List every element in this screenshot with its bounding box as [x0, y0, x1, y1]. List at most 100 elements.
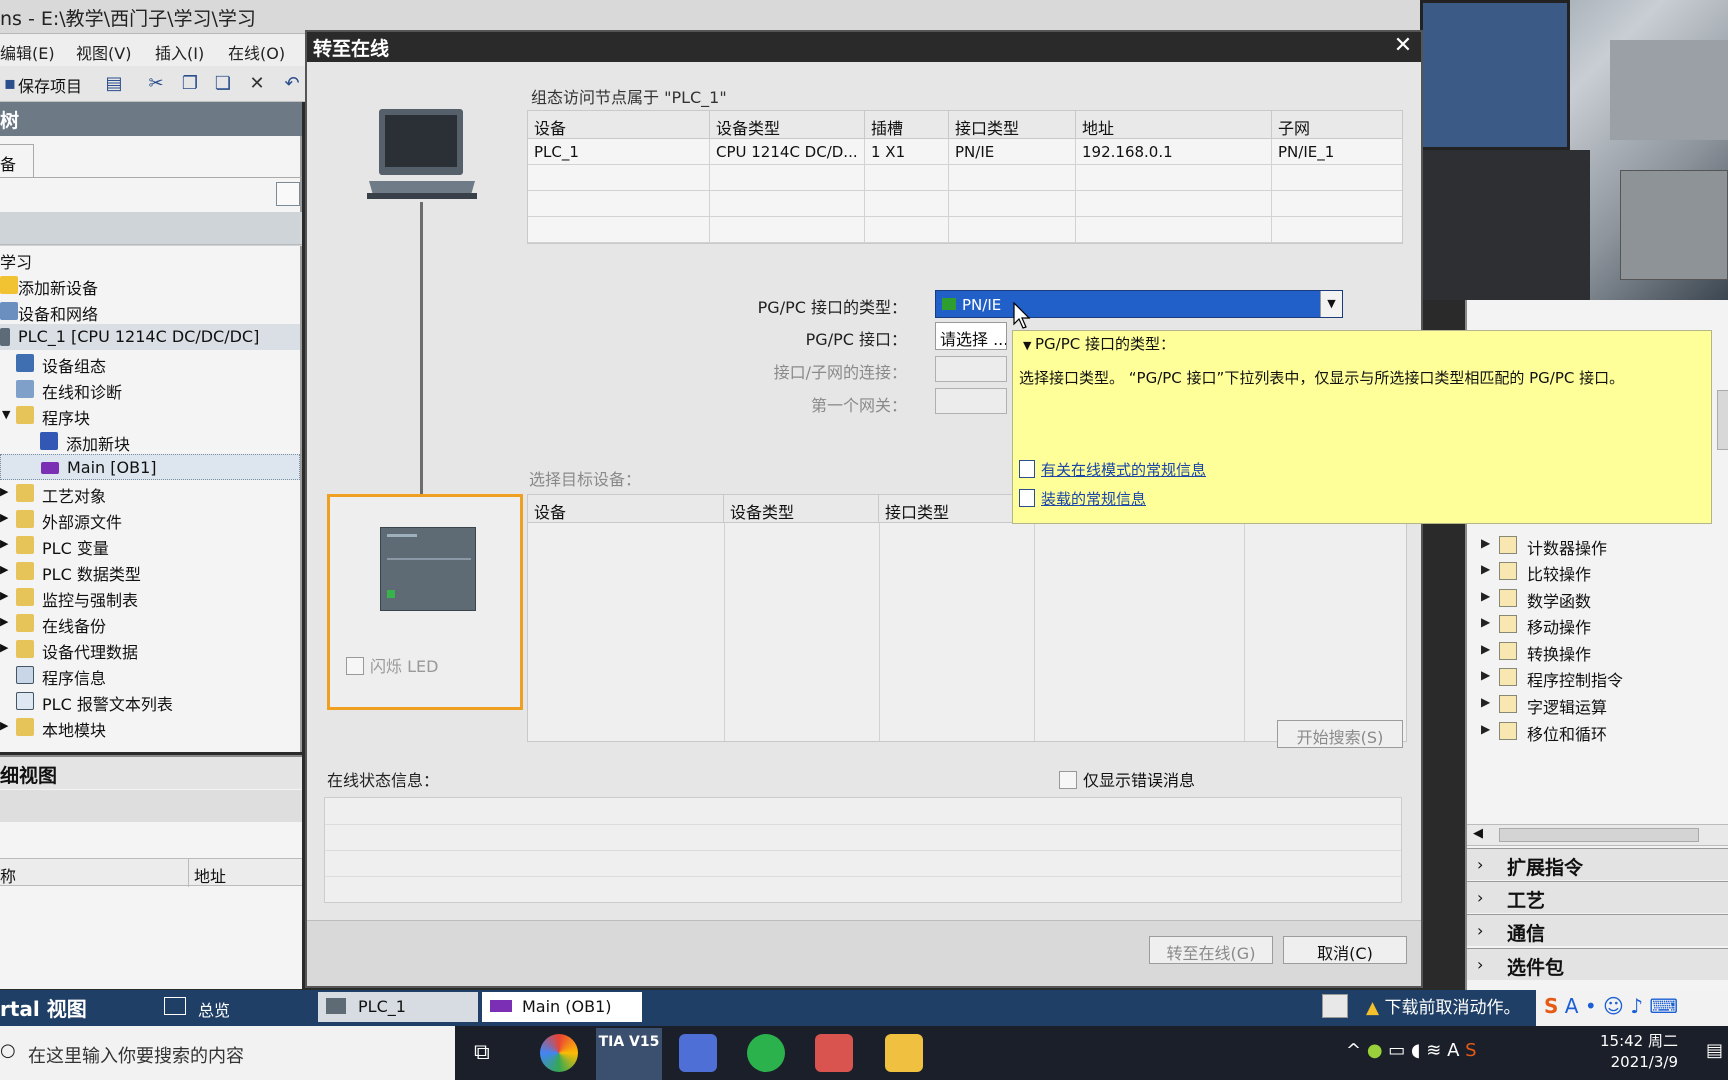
section-extended-instructions[interactable]: › 扩展指令 — [1467, 848, 1728, 880]
tree-item-plc1[interactable]: PLC_1 [CPU 1214C DC/DC/DC] — [0, 324, 300, 350]
expand-right-icon[interactable]: ▶ — [0, 537, 8, 550]
chevron-right-icon[interactable]: › — [1477, 855, 1483, 874]
undo-icon[interactable]: ↶ — [282, 74, 302, 94]
chevron-right-icon[interactable]: › — [1477, 888, 1483, 907]
chevron-right-icon[interactable]: › — [1477, 921, 1483, 940]
help-link-online-mode[interactable]: 有关在线模式的常规信息 — [1019, 459, 1206, 480]
sogou-tray-icon[interactable]: S — [1465, 1040, 1476, 1061]
tree-item-program-info[interactable]: 程序信息 — [0, 662, 300, 688]
expand-right-icon[interactable]: ▶ — [1481, 642, 1490, 656]
keyboard-icon[interactable]: ⌨ — [1649, 994, 1678, 1018]
lib-item-compare[interactable]: ▶ 比较操作 — [1467, 558, 1728, 584]
paste-icon[interactable]: ❏ — [213, 74, 233, 94]
menu-view[interactable]: 视图(V) — [76, 40, 131, 64]
ime-icon[interactable]: A — [1447, 1040, 1459, 1061]
tree-item-plc-datatypes[interactable]: ▶ PLC 数据类型 — [0, 558, 300, 584]
network-icon[interactable]: ▭ — [1388, 1040, 1405, 1061]
checkbox[interactable] — [1059, 771, 1077, 789]
save-icon[interactable]: ▪ — [0, 74, 20, 94]
tree-item-online-diag[interactable]: 在线和诊断 — [0, 376, 300, 402]
table-cell[interactable]: 192.168.0.1 — [1076, 139, 1272, 165]
project-tree-tab[interactable]: 备 — [0, 144, 34, 178]
expand-right-icon[interactable]: ▶ — [0, 589, 8, 602]
tree-item-external-sources[interactable]: ▶ 外部源文件 — [0, 506, 300, 532]
portal-view-button[interactable]: rtal 视图 — [0, 993, 87, 1022]
help-link-online-mode-text[interactable]: 有关在线模式的常规信息 — [1041, 461, 1206, 479]
scroll-left-icon[interactable]: ◀ — [1473, 826, 1483, 841]
expand-right-icon[interactable]: ▶ — [0, 563, 8, 576]
go-online-button[interactable]: 转至在线(G) — [1149, 936, 1273, 964]
close-icon[interactable]: ✕ — [1391, 34, 1415, 58]
emoji-icon[interactable]: ☺ — [1603, 994, 1624, 1018]
delete-icon[interactable]: ✕ — [247, 74, 267, 94]
copy-icon[interactable]: ❐ — [180, 74, 200, 94]
lib-item-counters[interactable]: ▶ 计数器操作 — [1467, 532, 1728, 558]
panel-scroll-thumb[interactable] — [1717, 390, 1728, 450]
section-technology[interactable]: › 工艺 — [1467, 881, 1728, 913]
menu-insert[interactable]: 插入(I) — [155, 40, 204, 64]
tree-item-tech-objects[interactable]: ▶ 工艺对象 — [0, 480, 300, 506]
menu-edit[interactable]: 编辑(E) — [0, 40, 55, 64]
pdf-reader-icon[interactable] — [815, 1034, 853, 1072]
tree-item-add-block[interactable]: 添加新块 — [0, 428, 300, 454]
start-search-button[interactable]: 开始搜索(S) — [1277, 720, 1403, 748]
lib-item-word-logic[interactable]: ▶ 字逻辑运算 — [1467, 691, 1728, 717]
lib-item-program-control[interactable]: ▶ 程序控制指令 — [1467, 664, 1728, 690]
only-errors-checkbox[interactable]: 仅显示错误消息 — [1059, 767, 1195, 791]
subnet-connection-select[interactable] — [935, 356, 1007, 382]
tab-plc1[interactable]: PLC_1 — [318, 992, 478, 1022]
chevron-down-icon[interactable]: ▼ — [1320, 291, 1342, 317]
chevron-right-icon[interactable]: › — [1477, 955, 1483, 974]
tree-item-program-blocks[interactable]: ▼ 程序块 — [0, 402, 300, 428]
tab-overview[interactable]: 总览 — [158, 992, 240, 1022]
task-view-icon[interactable]: ⧉ — [474, 1040, 490, 1065]
table-cell[interactable]: PLC_1 — [528, 139, 710, 165]
tree-item-online-backups[interactable]: ▶ 在线备份 — [0, 610, 300, 636]
expand-right-icon[interactable]: ▶ — [0, 511, 8, 524]
expand-right-icon[interactable]: ▶ — [1481, 695, 1490, 709]
tray-app-icon[interactable]: ● — [1367, 1040, 1383, 1061]
horizontal-scrollbar[interactable]: ◀ — [1467, 824, 1728, 846]
section-optional-packages[interactable]: › 选件包 — [1467, 948, 1728, 980]
tree-item-watch-tables[interactable]: ▶ 监控与强制表 — [0, 584, 300, 610]
print-icon[interactable]: ▤ — [104, 74, 124, 94]
expand-right-icon[interactable]: ▶ — [1481, 668, 1490, 682]
section-communication[interactable]: › 通信 — [1467, 914, 1728, 946]
lib-item-shift-rotate[interactable]: ▶ 移位和循环 — [1467, 718, 1728, 744]
wechat-icon[interactable] — [747, 1034, 785, 1072]
expand-right-icon[interactable]: ▶ — [1481, 615, 1490, 629]
ime-toolbar[interactable]: S A • ☺ ♪ ⌨ — [1536, 990, 1728, 1026]
cancel-button[interactable]: 取消(C) — [1283, 936, 1407, 964]
collapse-icon[interactable]: ▼ — [1023, 339, 1035, 352]
table-cell[interactable]: CPU 1214C DC/D... — [710, 139, 865, 165]
help-link-download-text[interactable]: 装载的常规信息 — [1041, 490, 1146, 508]
flash-led-checkbox[interactable]: 闪烁 LED — [346, 653, 438, 677]
cut-icon[interactable]: ✂ — [146, 74, 166, 94]
tree-item-devices-networks[interactable]: 设备和网络 — [0, 298, 300, 324]
tia-portal-icon[interactable]: TIA V15 — [596, 1028, 662, 1080]
font-icon[interactable]: A — [1565, 994, 1579, 1018]
detail-view-header[interactable]: 细视图 — [0, 755, 302, 789]
volume-icon[interactable]: ◖ — [1411, 1040, 1420, 1061]
expand-right-icon[interactable]: ▶ — [0, 641, 8, 654]
browser-icon[interactable] — [540, 1034, 578, 1072]
table-cell[interactable]: PN/IE_1 — [1272, 139, 1402, 165]
app-icon[interactable] — [679, 1034, 717, 1072]
tree-item-add-device[interactable]: 添加新设备 — [0, 272, 300, 298]
expand-down-icon[interactable]: ▼ — [2, 408, 10, 421]
clock-date[interactable]: 2021/3/9 — [1558, 1053, 1678, 1071]
expand-right-icon[interactable]: ▶ — [0, 615, 8, 628]
help-link-download[interactable]: 装载的常规信息 — [1019, 488, 1146, 509]
expand-right-icon[interactable]: ▶ — [0, 719, 8, 732]
scroll-thumb[interactable] — [1499, 828, 1699, 842]
mic-icon[interactable]: ♪ — [1630, 994, 1643, 1018]
tree-item-local-modules[interactable]: ▶ 本地模块 — [0, 714, 300, 740]
menu-online[interactable]: 在线(O) — [228, 40, 285, 64]
notification-icon[interactable]: ▤ — [1706, 1040, 1723, 1061]
inspector-icon[interactable] — [1322, 994, 1348, 1018]
tree-item-plc-tags[interactable]: ▶ PLC 变量 — [0, 532, 300, 558]
tree-item-device-config[interactable]: 设备组态 — [0, 350, 300, 376]
sogou-icon[interactable]: S — [1544, 994, 1558, 1018]
lib-item-math[interactable]: ▶ 数学函数 — [1467, 585, 1728, 611]
wifi-icon[interactable]: ≋ — [1426, 1040, 1441, 1061]
